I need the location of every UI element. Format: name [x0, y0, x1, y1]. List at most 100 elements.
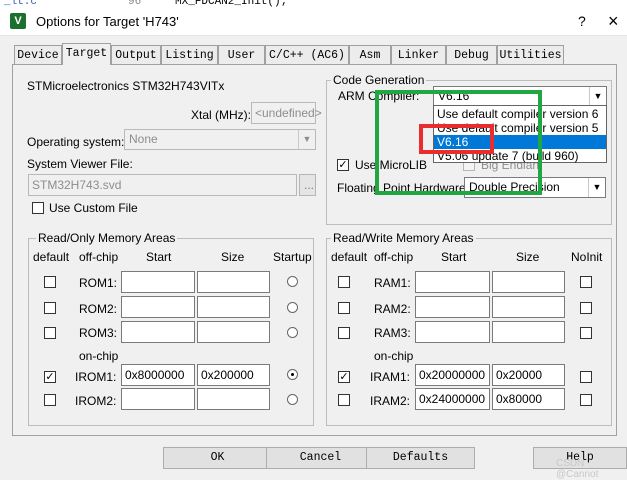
custom-file-checkbox[interactable]	[32, 202, 44, 214]
iram2-default-checkbox[interactable]	[338, 394, 350, 406]
tab-utilities[interactable]: Utilities	[497, 45, 564, 64]
rom1-size-input[interactable]	[197, 271, 270, 293]
readonly-memory-title: Read/Only Memory Areas	[36, 231, 178, 245]
rom2-default-checkbox[interactable]	[44, 302, 56, 314]
ram2-start-input[interactable]	[415, 296, 490, 318]
iram1-label: IRAM1:	[370, 370, 411, 384]
iram2-size-input[interactable]: 0x80000	[492, 388, 565, 410]
irom1-default-checkbox[interactable]: ✓	[44, 371, 56, 383]
rom2-size-input[interactable]	[197, 296, 270, 318]
ok-button[interactable]: OK	[163, 447, 272, 469]
iram2-label: IRAM2:	[370, 394, 411, 408]
ram1-default-checkbox[interactable]	[338, 276, 350, 288]
rom2-label: ROM2:	[79, 302, 118, 316]
irom2-default-checkbox[interactable]	[44, 394, 56, 406]
svd-browse-button[interactable]: ...	[299, 174, 316, 196]
irom1-size-input[interactable]: 0x200000	[197, 364, 270, 386]
irom2-size-input[interactable]	[197, 388, 270, 410]
custom-file-label: Use Custom File	[49, 201, 138, 215]
header-size: Size	[516, 250, 540, 264]
ram2-default-checkbox[interactable]	[338, 302, 350, 314]
ram2-noinit-checkbox[interactable]	[580, 302, 592, 314]
editor-file-tab-fragment: _lt.c	[4, 0, 38, 8]
tab-output[interactable]: Output	[111, 45, 161, 64]
chevron-down-icon: ▼	[298, 130, 315, 149]
rom1-startup-radio[interactable]	[287, 276, 298, 287]
rom2-startup-radio[interactable]	[287, 302, 298, 313]
ram1-noinit-checkbox[interactable]	[580, 276, 592, 288]
ram3-start-input[interactable]	[415, 321, 490, 343]
tab-linker[interactable]: Linker	[391, 45, 446, 64]
help-icon[interactable]: ?	[578, 13, 586, 29]
tab-target[interactable]: Target	[62, 43, 111, 65]
ram3-noinit-checkbox[interactable]	[580, 327, 592, 339]
rom-on-chip-label: on-chip	[79, 349, 119, 363]
header-default: default	[331, 250, 368, 264]
header-off-chip: off-chip	[79, 250, 119, 264]
header-noinit: NoInit	[571, 250, 603, 264]
iram1-size-input[interactable]: 0x20000	[492, 364, 565, 386]
iram1-noinit-checkbox[interactable]	[580, 371, 592, 383]
rom3-startup-radio[interactable]	[287, 327, 298, 338]
rom3-default-checkbox[interactable]	[44, 327, 56, 339]
header-size: Size	[221, 250, 245, 264]
rom3-label: ROM3:	[79, 326, 118, 340]
header-startup: Startup	[273, 250, 312, 264]
rom2-start-input[interactable]	[121, 296, 195, 318]
tab-debug[interactable]: Debug	[446, 45, 497, 64]
header-start: Start	[146, 250, 172, 264]
ram3-default-checkbox[interactable]	[338, 327, 350, 339]
tab-device[interactable]: Device	[14, 45, 62, 64]
rom1-default-checkbox[interactable]	[44, 276, 56, 288]
ram3-size-input[interactable]	[492, 321, 565, 343]
tab-listing[interactable]: Listing	[161, 45, 218, 64]
iram1-start-input[interactable]: 0x20000000	[415, 364, 490, 386]
rom1-start-input[interactable]	[121, 271, 195, 293]
header-default: default	[33, 250, 70, 264]
editor-line-number: 96	[128, 0, 142, 8]
chevron-down-icon: ▼	[589, 87, 606, 106]
readwrite-memory-title: Read/Write Memory Areas	[331, 231, 476, 245]
os-select-value: None	[129, 132, 158, 146]
close-icon[interactable]: ×	[608, 11, 619, 32]
irom2-start-input[interactable]	[121, 388, 195, 410]
tab-asm[interactable]: Asm	[349, 45, 391, 64]
chevron-down-icon: ▼	[588, 178, 605, 197]
irom1-label: IROM1:	[75, 370, 117, 384]
cancel-button[interactable]: Cancel	[266, 447, 375, 469]
irom1-start-input[interactable]: 0x8000000	[121, 364, 195, 386]
irom2-startup-radio[interactable]	[287, 394, 298, 405]
watermark: CSDN @Cannot	[556, 458, 599, 480]
tab-cpp[interactable]: C/C++ (AC6)	[265, 45, 349, 64]
device-name: STMicroelectronics STM32H743VITx	[27, 79, 225, 93]
header-start: Start	[441, 250, 467, 264]
xtal-label: Xtal (MHz):	[191, 108, 251, 122]
code-generation-title: Code Generation	[331, 73, 427, 87]
header-off-chip: off-chip	[374, 250, 414, 264]
app-icon: V	[10, 13, 26, 29]
ram-on-chip-label: on-chip	[374, 349, 414, 363]
rom3-size-input[interactable]	[197, 321, 270, 343]
os-label: Operating system:	[27, 135, 125, 149]
rom1-label: ROM1:	[79, 276, 118, 290]
svd-label: System Viewer File:	[27, 157, 133, 171]
os-select[interactable]: None ▼	[124, 129, 316, 150]
ram3-label: RAM3:	[374, 326, 411, 340]
iram2-noinit-checkbox[interactable]	[580, 394, 592, 406]
rom3-start-input[interactable]	[121, 321, 195, 343]
editor-code-line: MX_FDCAN2_Init();	[175, 0, 288, 8]
defaults-button[interactable]: Defaults	[366, 447, 475, 469]
iram2-start-input[interactable]: 0x24000000	[415, 388, 490, 410]
red-highlight-box	[419, 124, 494, 154]
svd-input[interactable]: STM32H743.svd	[28, 174, 297, 196]
tab-user[interactable]: User	[218, 45, 265, 64]
iram1-default-checkbox[interactable]: ✓	[338, 371, 350, 383]
microlib-checkbox[interactable]: ✓	[337, 159, 349, 171]
xtal-input[interactable]: <undefined>	[251, 102, 322, 124]
irom2-label: IROM2:	[75, 394, 117, 408]
ram1-start-input[interactable]	[415, 271, 490, 293]
ram1-size-input[interactable]	[492, 271, 565, 293]
irom1-startup-radio[interactable]	[287, 369, 298, 380]
ram1-label: RAM1:	[374, 276, 411, 290]
ram2-size-input[interactable]	[492, 296, 565, 318]
